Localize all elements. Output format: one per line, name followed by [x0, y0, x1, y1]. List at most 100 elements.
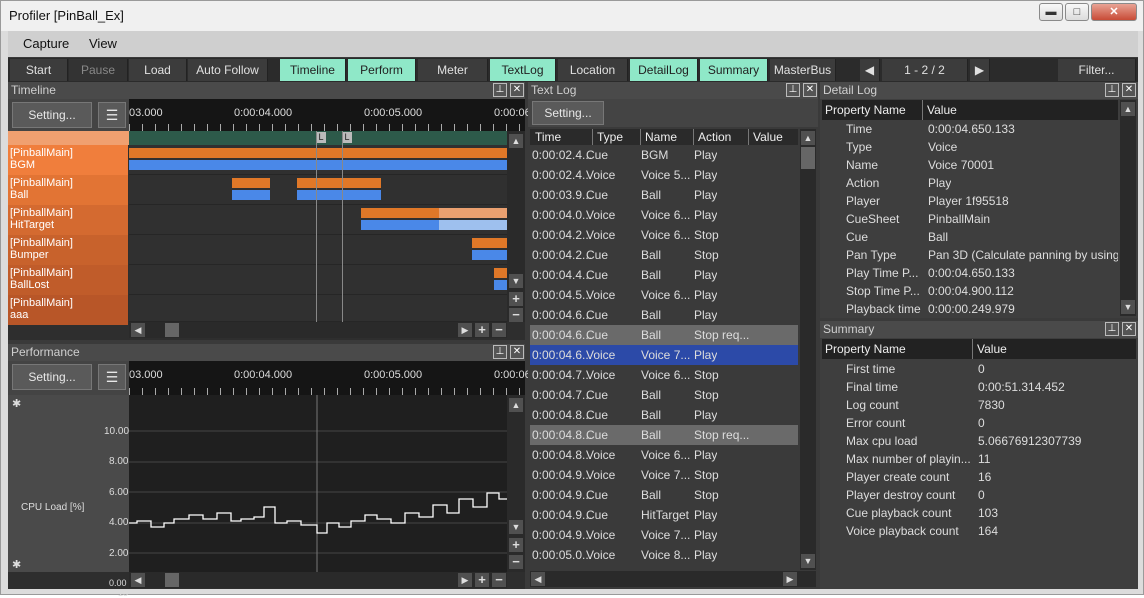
summary-toggle[interactable]: Summary — [700, 59, 768, 81]
property-row[interactable]: Voice playback count 164 — [822, 522, 1136, 540]
textlog-row[interactable]: 0:00:04.7... Voice Voice 6... Stop — [530, 365, 798, 385]
close-panel-icon[interactable]: ✕ — [510, 83, 524, 97]
track-label-balllost[interactable]: [PinballMain] BallLost — [8, 265, 128, 295]
property-row[interactable]: First time 0 — [822, 360, 1136, 378]
textlog-row[interactable]: 0:00:04.9... Cue HitTarget Play — [530, 505, 798, 525]
scroll-down-icon[interactable]: ▼ — [509, 274, 523, 288]
zoom-out-icon[interactable]: − — [509, 308, 523, 322]
scroll-left-icon[interactable]: ◀ — [131, 323, 145, 337]
close-panel-icon[interactable]: ✕ — [803, 83, 817, 97]
close-button[interactable]: ✕ — [1091, 3, 1137, 21]
scroll-down-icon[interactable]: ▼ — [801, 554, 815, 568]
column-property[interactable]: Property Name — [825, 339, 906, 359]
column-value[interactable]: Value — [748, 129, 783, 145]
close-panel-icon[interactable]: ✕ — [1122, 83, 1136, 97]
textlog-row[interactable]: 0:00:05.0... Voice Voice 8... Play — [530, 545, 798, 565]
scroll-right-icon[interactable]: ▶ — [458, 323, 472, 337]
textlog-hscroll[interactable] — [530, 571, 816, 587]
textlog-row[interactable]: 0:00:03.9... Cue Ball Play — [530, 185, 798, 205]
property-row[interactable]: Cue Ball — [822, 228, 1118, 246]
textlog-vscroll[interactable] — [800, 129, 816, 570]
column-type[interactable]: Type — [592, 129, 623, 145]
list-icon[interactable]: ☰ — [98, 102, 126, 128]
start-button[interactable]: Start — [10, 59, 68, 81]
textlog-row[interactable]: 0:00:04.9... Voice Voice 7... Stop — [530, 465, 798, 485]
hscroll-thumb[interactable] — [165, 323, 179, 337]
cue-bar[interactable] — [472, 238, 507, 248]
property-row[interactable]: Final time 0:00:51.314.452 — [822, 378, 1136, 396]
minimize-button[interactable]: ▬ — [1039, 3, 1063, 21]
cue-bar[interactable] — [439, 208, 507, 218]
track-label-bgm[interactable]: [PinballMain] BGM — [8, 145, 128, 175]
hscroll-thumb[interactable] — [165, 573, 179, 587]
textlog-row[interactable]: 0:00:04.8... Cue Ball Stop req... — [530, 425, 798, 445]
textlog-setting-button[interactable]: Setting... — [532, 101, 604, 125]
textlog-row[interactable]: 0:00:04.7... Cue Ball Stop — [530, 385, 798, 405]
cue-bar[interactable] — [297, 178, 381, 188]
list-icon[interactable]: ☰ — [98, 364, 126, 390]
textlog-row[interactable]: 0:00:02.4... Cue BGM Play — [530, 145, 798, 165]
property-row[interactable]: Cue playback count 103 — [822, 504, 1136, 522]
auto-follow-button[interactable]: Auto Follow — [188, 59, 268, 81]
column-value[interactable]: Value — [972, 339, 1007, 359]
column-name[interactable]: Name — [640, 129, 677, 145]
vscroll-thumb[interactable] — [801, 147, 815, 169]
playhead-line[interactable] — [342, 131, 343, 322]
textlog-row[interactable]: 0:00:04.2... Voice Voice 6... Stop — [530, 225, 798, 245]
close-panel-icon[interactable]: ✕ — [1122, 322, 1136, 336]
voice-bar[interactable] — [494, 280, 507, 290]
property-row[interactable]: Max cpu load 5.06676912307739 — [822, 432, 1136, 450]
track-label-bumper[interactable]: [PinballMain] Bumper — [8, 235, 128, 265]
detaillog-vscroll[interactable] — [1120, 100, 1136, 316]
textlog-row[interactable]: 0:00:04.0... Voice Voice 6... Play — [530, 205, 798, 225]
voice-bar[interactable] — [472, 250, 507, 260]
property-row[interactable]: Player Player 1f95518 — [822, 192, 1118, 210]
scroll-left-icon[interactable]: ◀ — [131, 573, 145, 587]
textlog-row[interactable]: 0:00:04.2... Cue Ball Stop — [530, 245, 798, 265]
textlog-row[interactable]: 0:00:04.6... Cue Ball Play — [530, 305, 798, 325]
gear-icon[interactable]: ✱ — [12, 558, 21, 571]
zoom-in-icon[interactable]: + — [509, 538, 523, 552]
property-row[interactable]: Playback time 0:00:00.249.979 — [822, 300, 1118, 316]
cue-bar[interactable] — [494, 268, 507, 278]
gear-icon[interactable]: ✱ — [12, 397, 21, 410]
zoom-in-icon[interactable]: + — [475, 573, 489, 587]
textlog-row[interactable]: 0:00:04.8... Cue Ball Play — [530, 405, 798, 425]
menu-capture[interactable]: Capture — [23, 36, 69, 51]
next-page-button[interactable]: ▶ — [970, 59, 990, 81]
property-row[interactable]: Error count 0 — [822, 414, 1136, 432]
scroll-up-icon[interactable]: ▲ — [509, 134, 523, 148]
scroll-left-icon[interactable]: ◀ — [531, 572, 545, 586]
loop-marker[interactable]: L — [342, 132, 352, 143]
performance-hscroll[interactable] — [129, 572, 507, 588]
cue-bar[interactable] — [232, 178, 270, 188]
voice-bar[interactable] — [232, 190, 270, 200]
timeline-hscroll[interactable] — [129, 322, 507, 338]
textlog-row[interactable]: 0:00:04.8... Voice Voice 6... Play — [530, 445, 798, 465]
column-value[interactable]: Value — [922, 100, 957, 120]
filter-button[interactable]: Filter... — [1058, 59, 1136, 81]
property-row[interactable]: Play Time P... 0:00:04.650.133 — [822, 264, 1118, 282]
voice-bar[interactable] — [297, 190, 381, 200]
property-row[interactable]: Pan Type Pan 3D (Calculate panning by usi… — [822, 246, 1118, 264]
pin-icon[interactable]: ⊥ — [1105, 322, 1119, 336]
textlog-row[interactable]: 0:00:04.6... Cue Ball Stop req... — [530, 325, 798, 345]
scroll-right-icon[interactable]: ▶ — [458, 573, 472, 587]
performance-setting-button[interactable]: Setting... — [12, 364, 92, 390]
perform-toggle[interactable]: Perform — [348, 59, 416, 81]
loop-marker[interactable]: L — [316, 132, 326, 143]
column-property[interactable]: Property Name — [825, 100, 906, 120]
textlog-row[interactable]: 0:00:04.4... Cue Ball Play — [530, 265, 798, 285]
voice-bar[interactable] — [439, 220, 507, 230]
scroll-up-icon[interactable]: ▲ — [509, 398, 523, 412]
zoom-out-icon[interactable]: − — [492, 323, 506, 337]
detaillog-toggle[interactable]: DetailLog — [630, 59, 698, 81]
scroll-up-icon[interactable]: ▲ — [1121, 102, 1135, 116]
textlog-row[interactable]: 0:00:04.5... Voice Voice 6... Play — [530, 285, 798, 305]
property-row[interactable]: Player destroy count 0 — [822, 486, 1136, 504]
textlog-row[interactable]: 0:00:02.4... Voice Voice 5... Play — [530, 165, 798, 185]
property-row[interactable]: Type Voice — [822, 138, 1118, 156]
property-row[interactable]: CueSheet PinballMain — [822, 210, 1118, 228]
column-time[interactable]: Time — [535, 129, 561, 145]
column-action[interactable]: Action — [693, 129, 731, 145]
